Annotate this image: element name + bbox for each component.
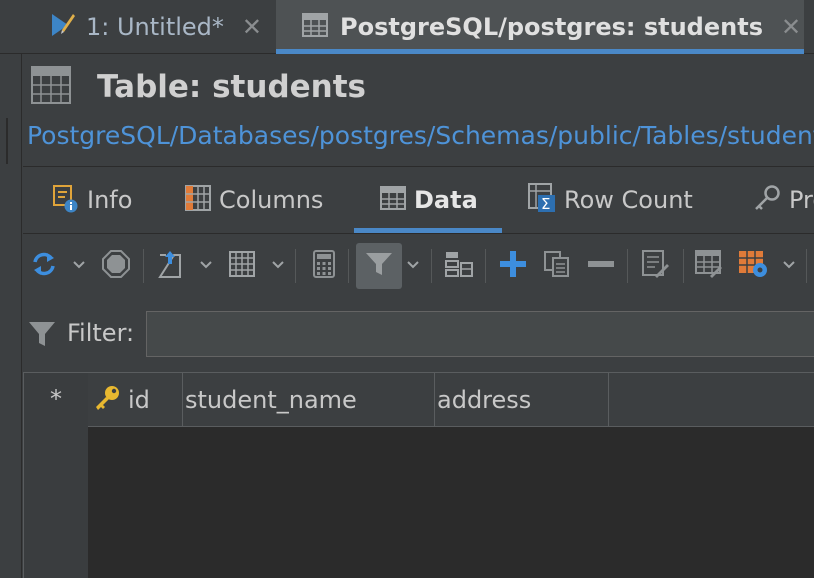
table-icon [380, 186, 406, 214]
edit-cell-button[interactable] [639, 243, 671, 289]
row-count-icon: Σ [528, 183, 556, 217]
table-icon [302, 13, 328, 41]
column-header-student-name[interactable]: student_name [183, 373, 435, 427]
tab-data-label: Data [414, 186, 478, 214]
tab-untitled[interactable]: 1: Untitled* ✕ [48, 0, 262, 54]
tab-students-label: PostgreSQL/postgres: students [340, 13, 763, 41]
row-header-column: * [24, 373, 88, 578]
data-toolbar [23, 235, 814, 297]
chevron-down-icon[interactable] [271, 255, 285, 275]
grid-view-icon [229, 251, 255, 281]
stop-icon [102, 250, 130, 282]
duplicate-row-button[interactable] [541, 243, 573, 289]
filter-input[interactable] [146, 311, 814, 357]
columns-icon [185, 185, 211, 215]
export-button[interactable] [155, 243, 185, 289]
chevron-down-icon[interactable] [406, 255, 420, 275]
column-header-address[interactable]: address [435, 373, 609, 427]
toolbar-separator [806, 249, 807, 283]
edit-cell-icon [641, 249, 669, 283]
column-name: student_name [185, 386, 357, 414]
filter-icon [27, 319, 57, 353]
page-title: Table: students [97, 69, 366, 105]
table-large-icon [31, 66, 71, 108]
editor-sub-tabs: Info Columns Data Σ Row Count Pr [23, 167, 814, 233]
svg-text:Σ: Σ [541, 195, 550, 213]
export-icon [157, 249, 183, 283]
refresh-icon [31, 250, 57, 282]
tab-students-table[interactable]: PostgreSQL/postgres: students ✕ [276, 0, 804, 54]
key-icon [753, 184, 781, 216]
tab-properties[interactable]: Properties [753, 167, 814, 233]
toolbar-separator [431, 249, 432, 283]
close-icon[interactable]: ✕ [781, 13, 801, 41]
delete-row-button[interactable] [585, 243, 617, 289]
toolbar-separator [683, 249, 684, 283]
new-row-marker: * [50, 385, 62, 413]
refresh-button[interactable] [29, 243, 59, 289]
table-editor-panel: Table: students PostgreSQL/Databases/pos… [23, 55, 814, 578]
duplicate-row-icon [543, 250, 571, 282]
grid-settings-icon [738, 250, 768, 282]
database-editor-window: 1: Untitled* ✕ PostgreSQL/postgres: stud… [0, 0, 814, 578]
tab-data[interactable]: Data [354, 167, 502, 233]
stop-button[interactable] [101, 243, 131, 289]
left-tool-strip [0, 54, 22, 578]
tab-properties-label: Properties [789, 186, 814, 214]
chevron-down-icon[interactable] [72, 255, 86, 275]
active-tab-indicator [276, 49, 804, 54]
column-name: address [437, 386, 532, 414]
divider [23, 233, 814, 234]
grid-header-row: id student_name address [88, 373, 814, 427]
strip-marker [6, 118, 8, 164]
tab-info-label: Info [87, 186, 133, 214]
key-icon [92, 383, 122, 417]
column-header-id[interactable]: id [88, 373, 183, 427]
tab-info[interactable]: Info [49, 167, 132, 233]
toolbar-separator [348, 249, 349, 283]
close-icon[interactable]: ✕ [242, 13, 262, 41]
chevron-down-icon[interactable] [199, 255, 213, 275]
data-grid[interactable]: * id student_name address [23, 372, 814, 578]
sort-icon [444, 249, 474, 283]
tab-columns-label: Columns [219, 186, 324, 214]
info-icon [49, 183, 79, 217]
grid-view-button[interactable] [227, 243, 257, 289]
filter-label: Filter: [67, 319, 135, 347]
title-row: Table: students [31, 66, 366, 108]
tab-row-count-label: Row Count [564, 186, 693, 214]
filter-icon [364, 250, 394, 282]
filter-toggle-button[interactable] [356, 243, 402, 289]
edit-grid-icon [695, 250, 723, 282]
calculator-icon [313, 250, 335, 282]
column-name: id [128, 386, 150, 414]
editor-tab-bar: 1: Untitled* ✕ PostgreSQL/postgres: stud… [0, 0, 814, 54]
toolbar-separator [295, 249, 296, 283]
delete-row-icon [587, 250, 615, 282]
filter-row: Filter: [23, 311, 814, 357]
grid-settings-button[interactable] [737, 243, 769, 289]
add-row-button[interactable] [497, 243, 529, 289]
toolbar-separator [485, 249, 486, 283]
breadcrumb[interactable]: PostgreSQL/Databases/postgres/Schemas/pu… [27, 121, 814, 150]
tab-row-count[interactable]: Σ Row Count [528, 167, 693, 233]
toolbar-separator [143, 249, 144, 283]
chevron-down-icon[interactable] [782, 255, 796, 275]
sort-button[interactable] [443, 243, 475, 289]
toolbar-separator [627, 249, 628, 283]
add-row-icon [499, 250, 527, 282]
tab-columns[interactable]: Columns [185, 167, 323, 233]
edit-grid-button[interactable] [693, 243, 725, 289]
tab-untitled-label: 1: Untitled* [86, 13, 224, 41]
calculator-button[interactable] [309, 243, 339, 289]
pencil-script-icon [48, 10, 76, 44]
